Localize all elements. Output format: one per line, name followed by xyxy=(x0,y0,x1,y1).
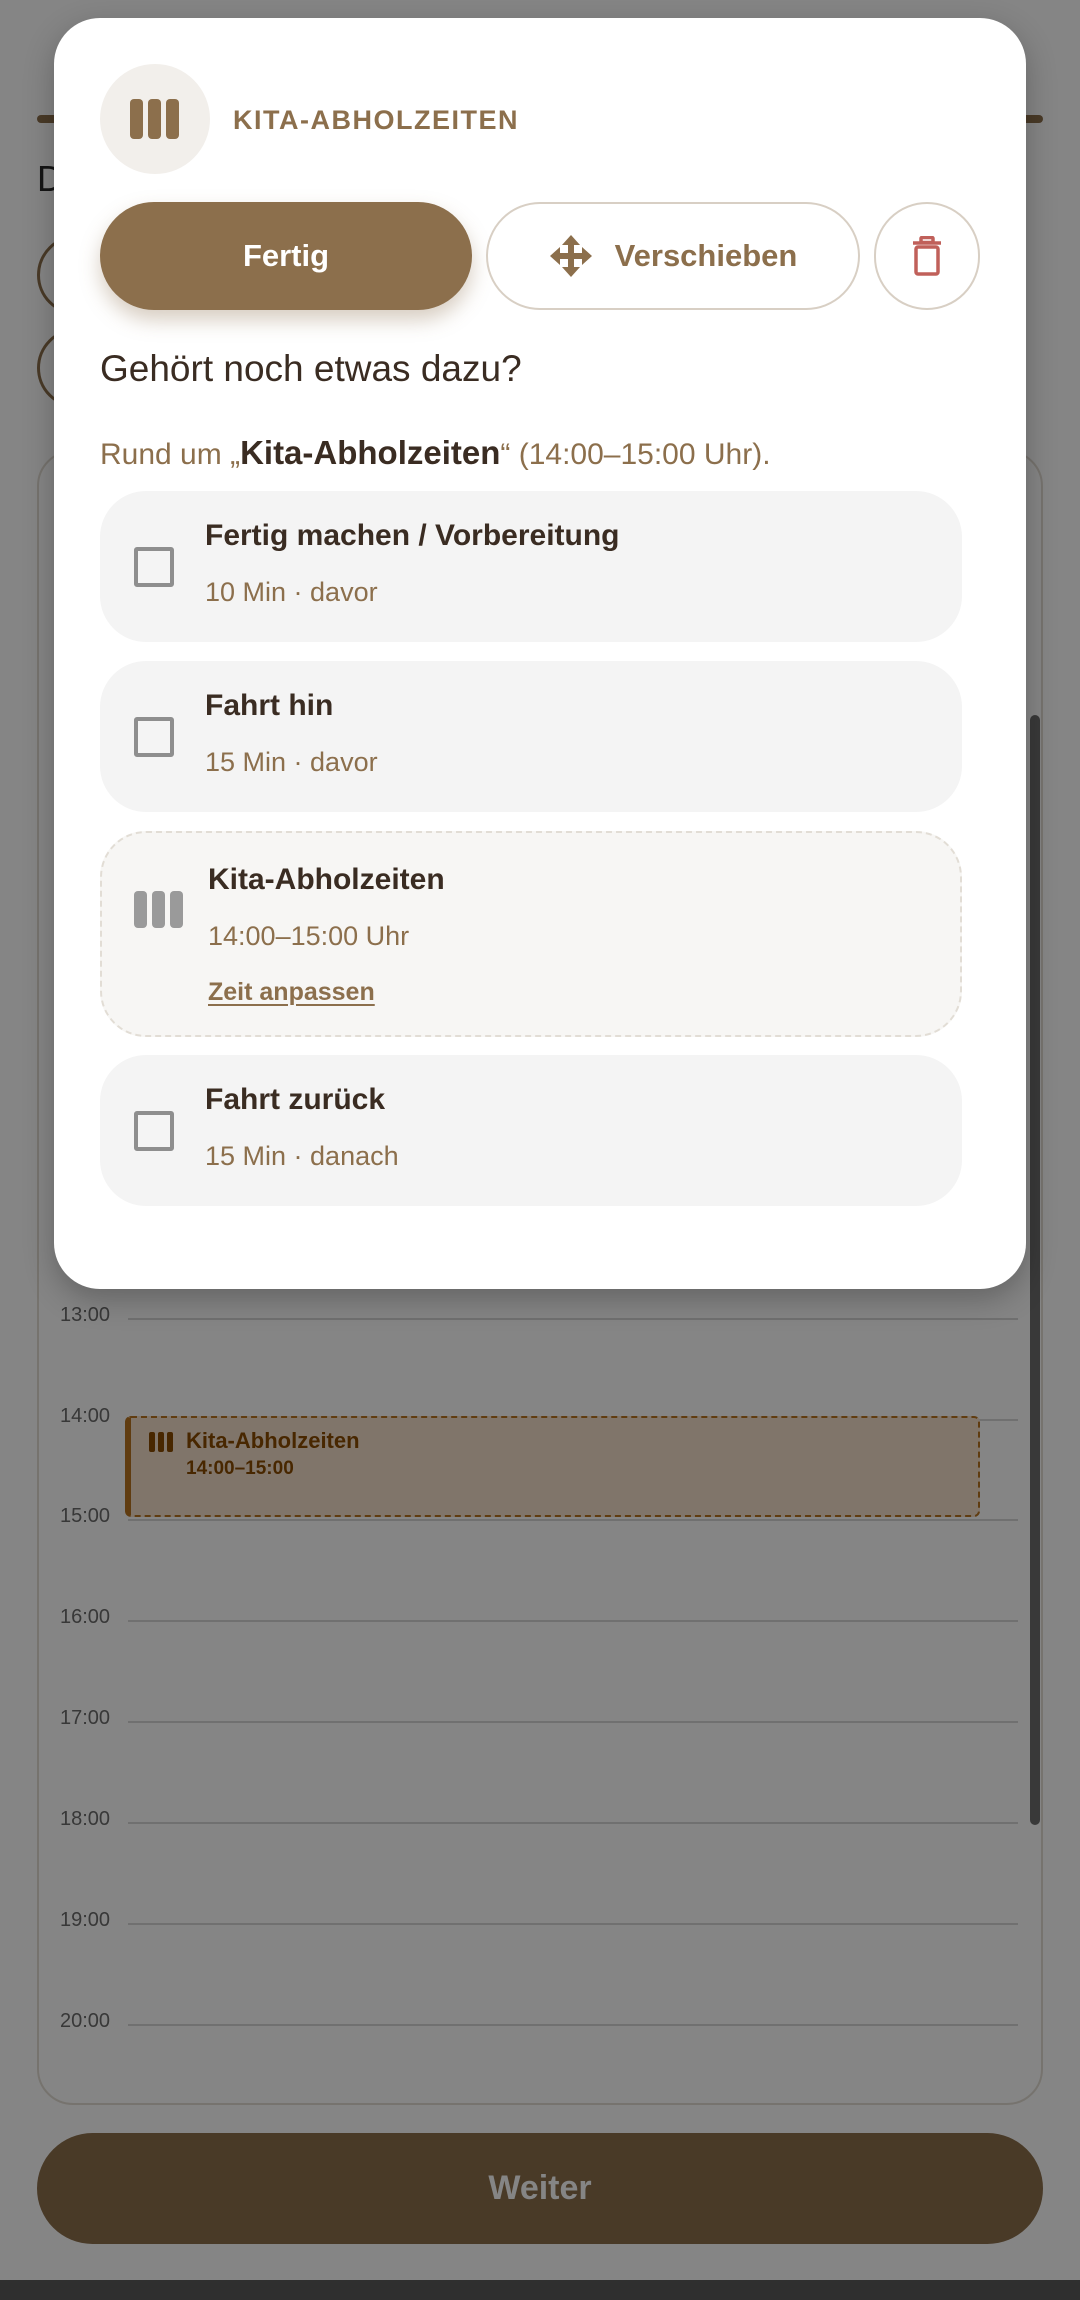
item-meta: 14:00–15:00 Uhr xyxy=(208,921,410,951)
item-checkbox[interactable] xyxy=(134,717,174,757)
subtitle-suffix: “ (14:00–15:00 Uhr). xyxy=(500,438,771,471)
suggestion-item-preparation[interactable]: Fertig machen / Vorbereitung 10 Min · da… xyxy=(100,491,962,642)
item-checkbox[interactable] xyxy=(134,1111,174,1151)
event-detail-modal: KITA-ABHOLZEITEN Fertig Verschieben Gehö… xyxy=(54,18,1026,1289)
adjust-time-link[interactable]: Zeit anpassen xyxy=(208,978,375,1007)
move-arrows-icon xyxy=(549,235,592,277)
trash-icon xyxy=(913,236,941,276)
item-title: Fahrt hin xyxy=(205,689,334,722)
suggestion-item-drive-back[interactable]: Fahrt zurück 15 Min · danach xyxy=(100,1055,962,1206)
modal-title: KITA-ABHOLZEITEN xyxy=(233,105,519,135)
item-title: Fahrt zurück xyxy=(205,1083,386,1116)
item-meta: 10 Min · davor xyxy=(205,577,378,607)
modal-heading: Gehört noch etwas dazu? xyxy=(100,348,522,389)
suggestion-item-drive-there[interactable]: Fahrt hin 15 Min · davor xyxy=(100,661,962,812)
columns-icon xyxy=(130,99,179,139)
columns-icon xyxy=(134,891,183,928)
event-icon-badge xyxy=(100,64,210,174)
delete-button[interactable] xyxy=(874,202,980,310)
item-meta: 15 Min · davor xyxy=(205,747,378,777)
item-checkbox[interactable] xyxy=(134,547,174,587)
item-title: Fertig machen / Vorbereitung xyxy=(205,519,620,552)
done-button[interactable]: Fertig xyxy=(100,202,472,310)
subtitle-event-name: Kita-Abholzeiten xyxy=(240,434,501,471)
item-title: Kita-Abholzeiten xyxy=(208,863,445,896)
anchor-event-item: Kita-Abholzeiten 14:00–15:00 Uhr Zeit an… xyxy=(100,831,962,1037)
subtitle-prefix: Rund um „ xyxy=(100,438,241,471)
item-meta: 15 Min · danach xyxy=(205,1141,399,1171)
modal-subtitle: Rund um „Kita-Abholzeiten“ (14:00–15:00 … xyxy=(100,434,771,472)
move-button-label: Verschieben xyxy=(614,238,798,273)
move-button[interactable]: Verschieben xyxy=(486,202,860,310)
